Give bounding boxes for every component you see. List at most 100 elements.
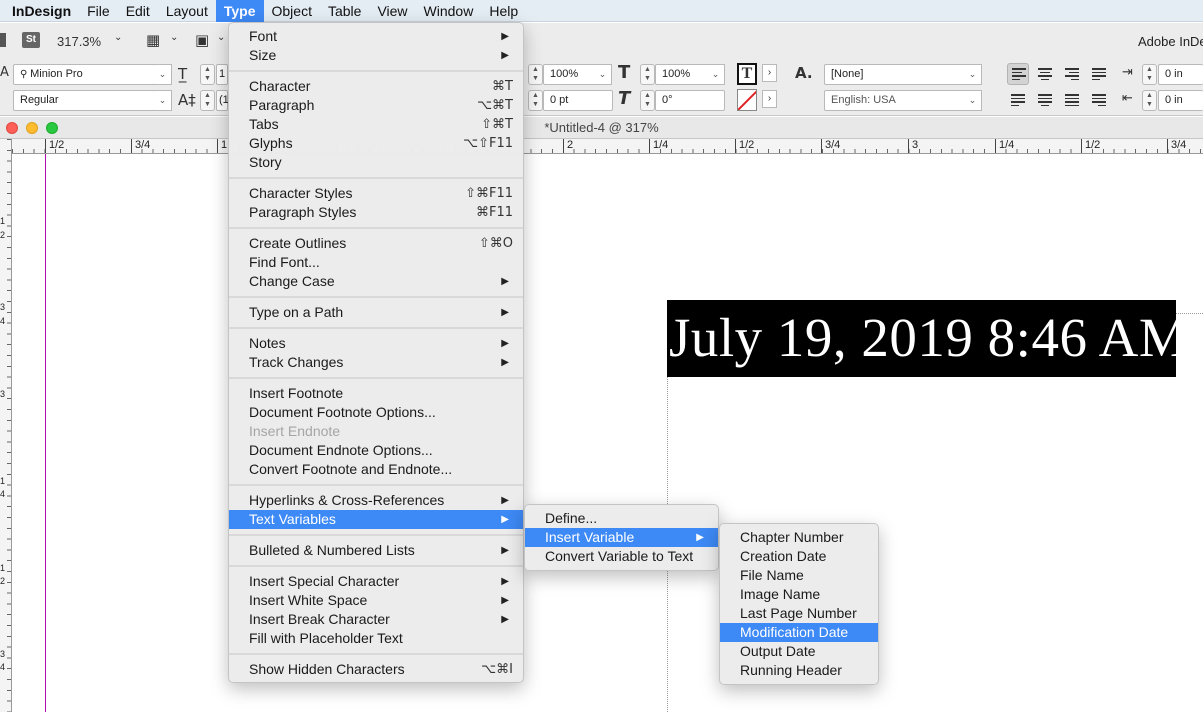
menu-item-output-date[interactable]: Output Date [720,642,878,661]
character-mode-icon[interactable]: A [0,65,9,80]
horizontal-ruler[interactable]: 1/2 3/4 1 2 1/4 1/2 3/4 3 1/4 1/2 3/4 [12,139,1203,154]
menu-object[interactable]: Object [264,0,320,22]
menu-item-notes[interactable]: Notes ▶ [229,334,523,353]
language-dropdown[interactable]: ⌄ [964,90,982,111]
chevron-right-icon[interactable]: › [762,64,777,82]
menu-item-story[interactable]: Story [229,153,523,172]
chevron-down-icon[interactable]: ⌄ [170,32,178,43]
menu-item-image-name[interactable]: Image Name [720,585,878,604]
menu-item-hyperlinks-cross-references[interactable]: Hyperlinks & Cross-References ▶ [229,491,523,510]
horizontal-scale-field[interactable]: 100% [655,64,709,85]
justify-all-button[interactable] [1061,89,1083,111]
first-line-indent-field[interactable]: 0 in [1158,90,1203,111]
font-family-dropdown[interactable]: ⌄ [154,64,172,85]
left-indent-field[interactable]: 0 in [1158,64,1203,85]
vertical-scale-stepper[interactable]: ▲ ▼ [528,64,543,85]
menu-item-define[interactable]: Define... [525,509,718,528]
menu-item-paragraph[interactable]: Paragraph ⌥⌘T [229,96,523,115]
menu-item-show-hidden-characters[interactable]: Show Hidden Characters ⌥⌘I [229,660,523,679]
menu-item-track-changes[interactable]: Track Changes ▶ [229,353,523,372]
submenu-arrow-icon: ▶ [501,31,509,42]
font-size-stepper[interactable]: ▲ ▼ [200,64,215,85]
menu-item-chapter-number[interactable]: Chapter Number [720,528,878,547]
menu-item-bulleted-numbered-lists[interactable]: Bulleted & Numbered Lists ▶ [229,541,523,560]
menu-item-running-header[interactable]: Running Header [720,661,878,680]
menu-item-create-outlines[interactable]: Create Outlines ⇧⌘O [229,234,523,253]
menu-item-paragraph-styles[interactable]: Paragraph Styles ⌘F11 [229,203,523,222]
menu-item-size[interactable]: Size ▶ [229,46,523,65]
tracking-field[interactable]: 0 pt [543,90,613,111]
menu-layout[interactable]: Layout [158,0,216,22]
text-variable-content[interactable]: July 19, 2019 8:46 AM [669,306,1188,369]
menu-edit[interactable]: Edit [118,0,158,22]
menu-item-fill-with-placeholder-text[interactable]: Fill with Placeholder Text [229,629,523,648]
chevron-down-icon[interactable]: ⌄ [217,32,225,43]
menu-item-character[interactable]: Character ⌘T [229,77,523,96]
menu-item-insert-special-character[interactable]: Insert Special Character ▶ [229,572,523,591]
leading-field[interactable]: (1 [216,90,229,111]
justify-left-button[interactable] [1007,89,1029,111]
align-center-button[interactable] [1034,63,1056,85]
screen-mode-icon[interactable]: ▣ [195,31,209,49]
horizontal-scale-dropdown[interactable]: ⌄ [707,64,725,85]
character-style-dropdown[interactable]: ⌄ [964,64,982,85]
menu-table[interactable]: Table [320,0,369,22]
menu-item-type-on-a-path[interactable]: Type on a Path ▶ [229,303,523,322]
font-style-field[interactable]: Regular [13,90,155,111]
menu-help[interactable]: Help [481,0,526,22]
menu-item-font[interactable]: Font ▶ [229,27,523,46]
character-style-field[interactable]: [None] [824,64,966,85]
menu-item-creation-date[interactable]: Creation Date [720,547,878,566]
first-line-indent-stepper[interactable]: ▲ ▼ [1142,90,1157,111]
menu-item-change-case[interactable]: Change Case ▶ [229,272,523,291]
menu-item-convert-footnote-and-endnote[interactable]: Convert Footnote and Endnote... [229,460,523,479]
home-icon[interactable] [0,33,6,47]
justify-center-button[interactable] [1034,89,1056,111]
menu-item-insert-break-character[interactable]: Insert Break Character ▶ [229,610,523,629]
font-style-dropdown[interactable]: ⌄ [154,90,172,111]
menu-file[interactable]: File [79,0,118,22]
zoom-level[interactable]: 317.3% [57,34,101,49]
menu-item-glyphs[interactable]: Glyphs ⌥⇧F11 [229,134,523,153]
horizontal-scale-stepper[interactable]: ▲ ▼ [640,64,655,85]
menu-item-document-footnote-options[interactable]: Document Footnote Options... [229,403,523,422]
vertical-scale-field[interactable]: 100% [543,64,597,85]
text-fill-swatch[interactable]: T [737,63,757,85]
menu-item-find-font[interactable]: Find Font... [229,253,523,272]
menu-window[interactable]: Window [416,0,482,22]
menu-item-character-styles[interactable]: Character Styles ⇧⌘F11 [229,184,523,203]
menu-item-text-variables[interactable]: Text Variables ▶ [229,510,523,529]
font-family-field[interactable]: ⚲ Minion Pro [13,64,155,85]
menu-item-insert-variable[interactable]: Insert Variable ▶ [525,528,718,547]
left-indent-stepper[interactable]: ▲ ▼ [1142,64,1157,85]
menu-item-document-endnote-options[interactable]: Document Endnote Options... [229,441,523,460]
menu-item-last-page-number[interactable]: Last Page Number [720,604,878,623]
skew-stepper[interactable]: ▲ ▼ [640,90,655,111]
align-towards-spine-button[interactable] [1088,63,1110,85]
text-frame[interactable]: July 19, 2019 8:46 AM [667,300,1188,377]
chevron-down-icon[interactable]: ⌄ [114,32,122,43]
align-right-button[interactable] [1061,63,1083,85]
menu-indesign[interactable]: InDesign [0,0,79,22]
language-field[interactable]: English: USA [824,90,966,111]
menu-item-convert-variable-to-text[interactable]: Convert Variable to Text [525,547,718,566]
align-left-button[interactable] [1007,63,1029,85]
tracking-stepper[interactable]: ▲ ▼ [528,90,543,111]
text-stroke-swatch[interactable] [737,89,757,111]
menu-item-tabs[interactable]: Tabs ⇧⌘T [229,115,523,134]
leading-stepper[interactable]: ▲ ▼ [200,90,215,111]
chevron-right-icon[interactable]: › [762,90,777,108]
menu-item-modification-date[interactable]: Modification Date [720,623,878,642]
menu-view[interactable]: View [369,0,415,22]
bridge-badge[interactable]: St [22,32,40,48]
skew-field[interactable]: 0° [655,90,725,111]
font-size-field[interactable]: 1 [216,64,228,85]
justify-right-button[interactable] [1088,89,1110,111]
menu-item-file-name[interactable]: File Name [720,566,878,585]
view-options-icon[interactable]: ▦ [146,31,160,49]
menu-item-insert-footnote[interactable]: Insert Footnote [229,384,523,403]
menu-item-insert-white-space[interactable]: Insert White Space ▶ [229,591,523,610]
vertical-scale-dropdown[interactable]: ⌄ [594,64,612,85]
vertical-ruler[interactable]: 1 2 3 4 3 1 4 1 2 3 4 [0,139,12,712]
menu-type[interactable]: Type [215,0,264,22]
